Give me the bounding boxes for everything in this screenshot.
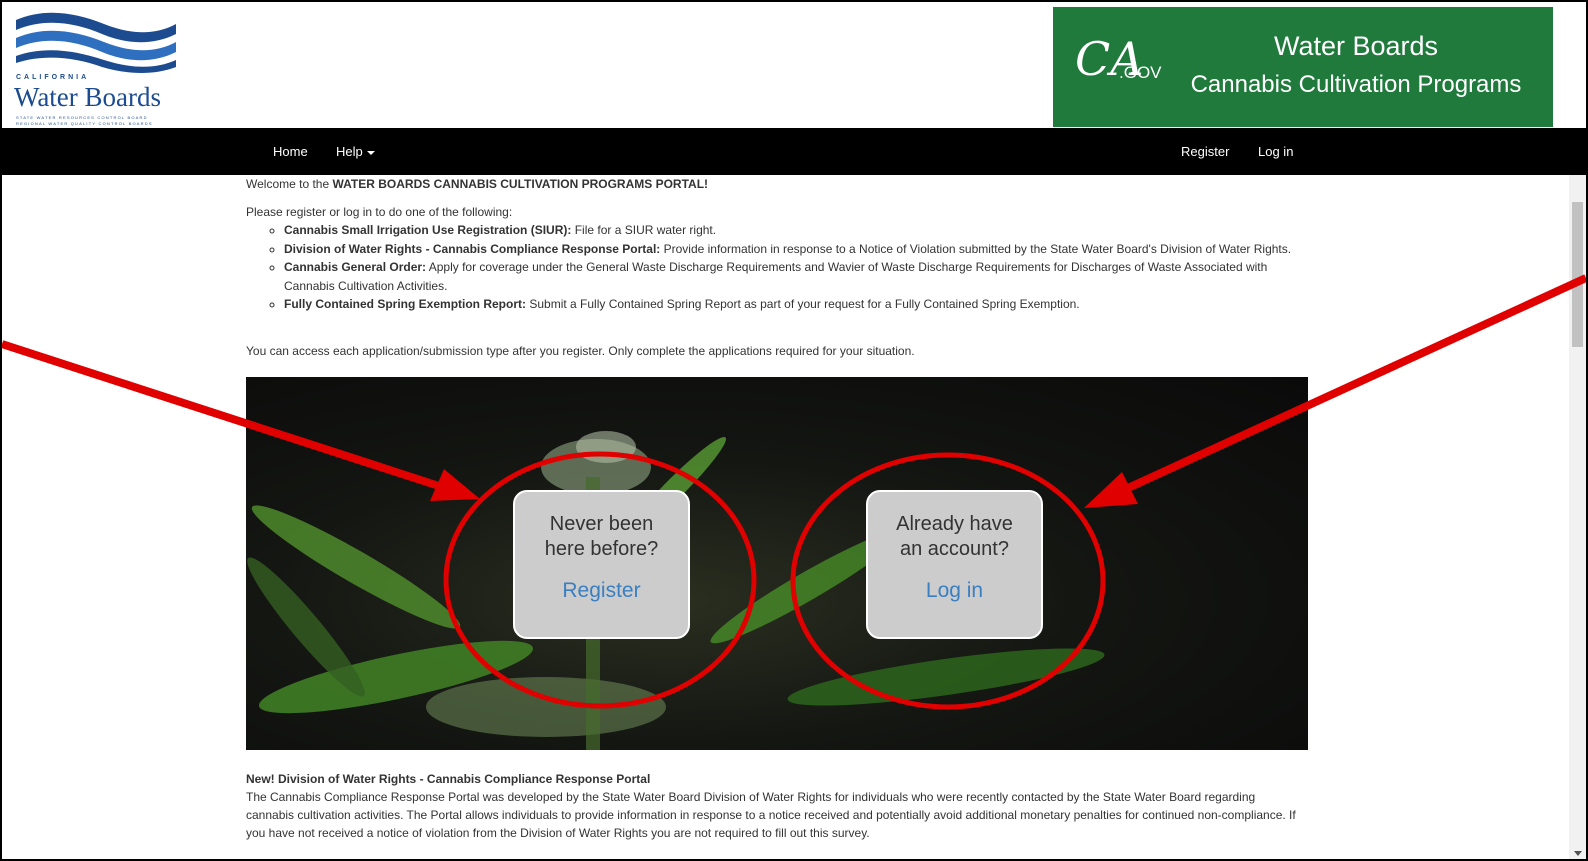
intro-text: Please register or log in to do one of t… xyxy=(246,205,513,219)
scrollbar-thumb[interactable] xyxy=(1572,202,1583,347)
application-description: Submit a Fully Contained Spring Report a… xyxy=(526,297,1080,311)
application-title: Cannabis General Order: xyxy=(284,260,427,274)
new-user-card: Never been here before? Register xyxy=(513,490,690,639)
site-header: CALIFORNIA Water Boards STATE WATER RESO… xyxy=(2,2,1586,128)
question-line: here before? xyxy=(544,538,659,560)
application-list: Cannabis Small Irrigation Use Registrati… xyxy=(246,221,1306,314)
scroll-down-arrow-icon[interactable] xyxy=(1574,851,1582,856)
caret-down-icon xyxy=(366,150,375,155)
vertical-scrollbar[interactable] xyxy=(1569,175,1586,859)
application-description: File for a SIUR water right. xyxy=(571,223,717,237)
list-item: Division of Water Rights - Cannabis Comp… xyxy=(284,240,1306,259)
banner-title: Water Boards xyxy=(1273,31,1439,61)
nav-login-link[interactable]: Log in xyxy=(1258,144,1293,159)
nav-help-dropdown[interactable]: Help xyxy=(336,144,375,159)
nav-register-link[interactable]: Register xyxy=(1181,144,1229,159)
news-body: The Cannabis Compliance Response Portal … xyxy=(246,790,1296,840)
application-description: Apply for coverage under the General Was… xyxy=(284,260,1268,293)
logo-state-label: CALIFORNIA xyxy=(16,74,90,81)
application-title: Division of Water Rights - Cannabis Comp… xyxy=(284,241,661,256)
news-title: New! Division of Water Rights - Cannabis… xyxy=(246,772,651,786)
application-title: Fully Contained Spring Exemption Report: xyxy=(284,297,527,311)
ca-gov-logo[interactable]: CA .GOV xyxy=(1073,29,1163,99)
browser-viewport: CALIFORNIA Water Boards STATE WATER RESO… xyxy=(0,0,1588,861)
welcome-prefix: Welcome to the xyxy=(246,177,333,191)
question-line: an account? xyxy=(900,538,1009,560)
new-user-question: Never been here before? xyxy=(515,512,688,562)
portal-name: WATER BOARDS CANNABIS CULTIVATION PROGRA… xyxy=(332,177,709,191)
nav-help-label: Help xyxy=(336,144,363,159)
welcome-message: Welcome to the WATER BOARDS CANNABIS CUL… xyxy=(246,175,708,193)
application-description: Provide information in response to a Not… xyxy=(660,241,1292,256)
question-line: Already have xyxy=(896,513,1013,535)
hero-register-link[interactable]: Register xyxy=(515,579,688,603)
list-item: Fully Contained Spring Exemption Report:… xyxy=(284,295,1306,314)
gov-mark: .GOV xyxy=(1119,63,1162,82)
main-navbar: Home Help Register Log in xyxy=(2,128,1586,175)
hero-login-link[interactable]: Log in xyxy=(868,579,1041,603)
list-item: Cannabis Small Irrigation Use Registrati… xyxy=(284,221,1306,240)
logo-subtitle-state: STATE WATER RESOURCES CONTROL BOARD xyxy=(16,115,148,120)
access-note: You can access each application/submissi… xyxy=(246,344,915,358)
waves-icon xyxy=(16,12,176,74)
existing-user-card: Already have an account? Log in xyxy=(866,490,1043,639)
existing-user-question: Already have an account? xyxy=(868,512,1041,562)
news-section: New! Division of Water Rights - Cannabis… xyxy=(246,770,1306,842)
logo-subtitle-regional: REGIONAL WATER QUALITY CONTROL BOARDS xyxy=(16,121,153,126)
hero-banner: Never been here before? Register Already… xyxy=(246,377,1308,750)
water-boards-logo[interactable]: CALIFORNIA Water Boards STATE WATER RESO… xyxy=(14,10,180,126)
list-item: Cannabis General Order: Apply for covera… xyxy=(284,258,1306,295)
question-line: Never been xyxy=(549,513,654,535)
nav-home-link[interactable]: Home xyxy=(273,144,308,159)
program-banner: CA .GOV Water Boards Cannabis Cultivatio… xyxy=(1053,7,1553,127)
application-title: Cannabis Small Irrigation Use Registrati… xyxy=(284,223,572,237)
banner-subtitle: Cannabis Cultivation Programs xyxy=(1190,71,1522,98)
logo-title: Water Boards xyxy=(14,82,162,112)
cannabis-plant-image xyxy=(247,431,1105,750)
